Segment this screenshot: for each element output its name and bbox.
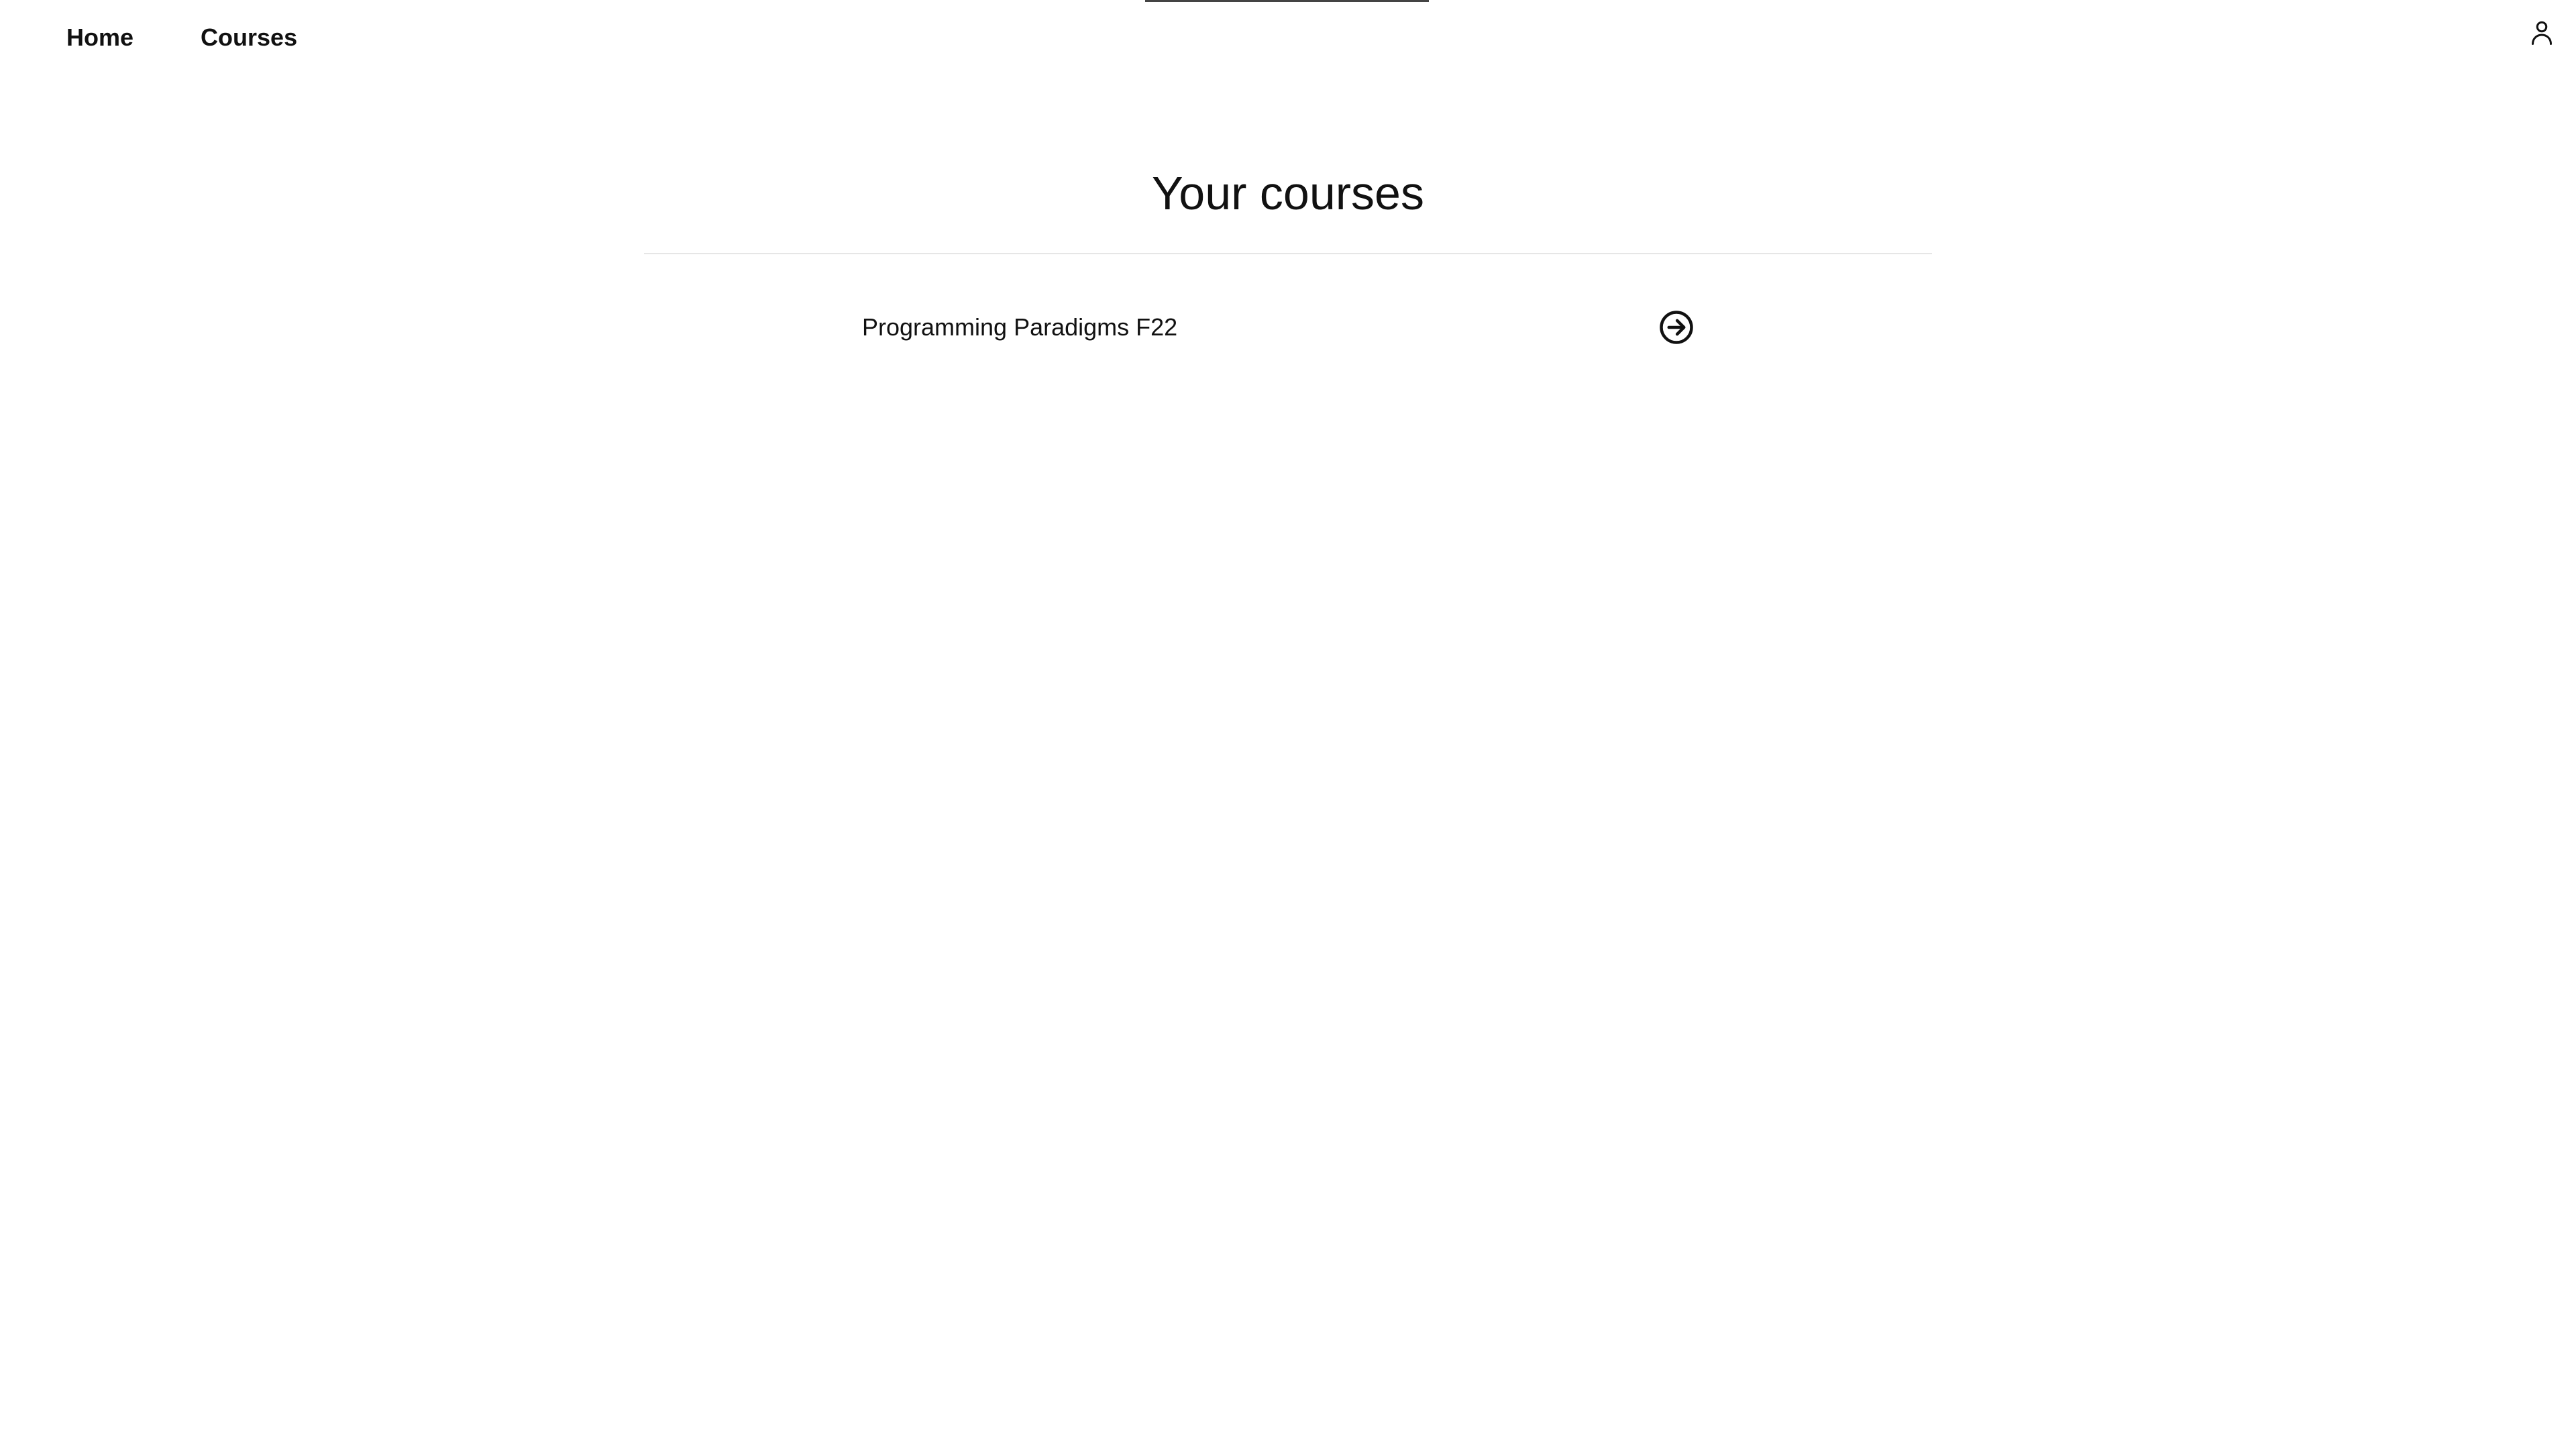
page-title: Your courses bbox=[1152, 167, 1424, 219]
primary-navigation: Home Courses bbox=[66, 23, 297, 52]
arrow-right-circle-icon[interactable] bbox=[1658, 309, 1695, 346]
nav-link-courses[interactable]: Courses bbox=[201, 23, 297, 52]
course-name[interactable]: Programming Paradigms F22 bbox=[862, 313, 1177, 342]
courses-page: Home Courses Your courses Programming Pa… bbox=[0, 0, 2576, 1449]
main-content: Your courses Programming Paradigms F22 bbox=[644, 158, 1932, 344]
top-navigation-bar: Home Courses bbox=[0, 0, 2576, 75]
course-list-item[interactable]: Programming Paradigms F22 bbox=[862, 306, 1693, 349]
title-divider bbox=[644, 253, 1932, 254]
user-menu-button[interactable] bbox=[2526, 17, 2557, 48]
course-list: Programming Paradigms F22 bbox=[862, 306, 1693, 349]
nav-link-home[interactable]: Home bbox=[66, 23, 133, 52]
user-icon bbox=[2530, 19, 2554, 46]
